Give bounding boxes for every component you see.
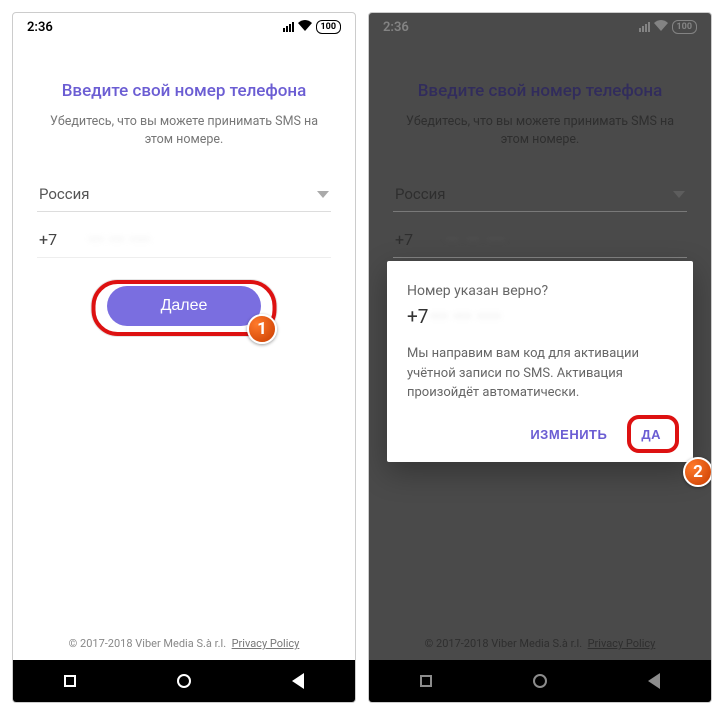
phone-screenshot-left: 2:36 100 Введите свой номер телефона Убе… bbox=[12, 12, 356, 703]
page-subtitle: Убедитесь, что вы можете принимать SMS н… bbox=[37, 113, 331, 149]
next-button-container: Далее 1 bbox=[37, 286, 331, 326]
step-badge-2: 2 bbox=[683, 457, 712, 487]
footer: © 2017-2018 Viber Media S.à r.l. Privacy… bbox=[13, 637, 355, 650]
android-navbar bbox=[13, 660, 355, 702]
status-time: 2:36 bbox=[27, 20, 53, 35]
dialog-body: Мы направим вам код для активации учётно… bbox=[407, 344, 673, 403]
signup-content: Введите свой номер телефона Убедитесь, ч… bbox=[13, 41, 355, 660]
recent-apps-icon[interactable] bbox=[64, 675, 76, 687]
status-bar: 2:36 100 bbox=[13, 13, 355, 41]
confirm-dialog: Номер указан верно? +7 ··· ··· ···· Мы н… bbox=[387, 261, 693, 462]
phone-number-input[interactable]: ··· ··· ···· bbox=[89, 230, 151, 249]
copyright-text: © 2017-2018 Viber Media S.à r.l. bbox=[69, 637, 226, 650]
wifi-icon bbox=[298, 20, 312, 35]
step-badge-1: 1 bbox=[247, 314, 277, 344]
phone-input-row[interactable]: +7 ··· ··· ···· bbox=[37, 222, 331, 258]
back-icon[interactable] bbox=[292, 673, 304, 689]
dialog-question: Номер указан верно? bbox=[407, 283, 673, 299]
phone-screenshot-right: 2:36 100 Введите свой номер телефона Убе… bbox=[368, 12, 712, 703]
dialog-code: +7 bbox=[407, 305, 428, 328]
dialog-phone-number: +7 ··· ··· ···· bbox=[407, 305, 673, 328]
status-icons: 100 bbox=[283, 20, 342, 35]
dialog-number-obscured: ··· ··· ···· bbox=[430, 305, 501, 328]
battery-icon: 100 bbox=[316, 20, 342, 34]
privacy-link[interactable]: Privacy Policy bbox=[232, 637, 300, 650]
chevron-down-icon bbox=[317, 191, 329, 198]
change-button[interactable]: ИЗМЕНИТЬ bbox=[518, 419, 619, 450]
dial-code: +7 bbox=[39, 230, 71, 249]
home-icon[interactable] bbox=[177, 674, 191, 688]
country-value: Россия bbox=[39, 185, 90, 203]
country-select[interactable]: Россия bbox=[37, 177, 331, 212]
signal-icon bbox=[283, 22, 294, 32]
page-title: Введите свой номер телефона bbox=[37, 81, 331, 101]
dialog-actions: ИЗМЕНИТЬ ДА bbox=[407, 419, 673, 450]
annotation-highlight-2 bbox=[627, 415, 679, 453]
